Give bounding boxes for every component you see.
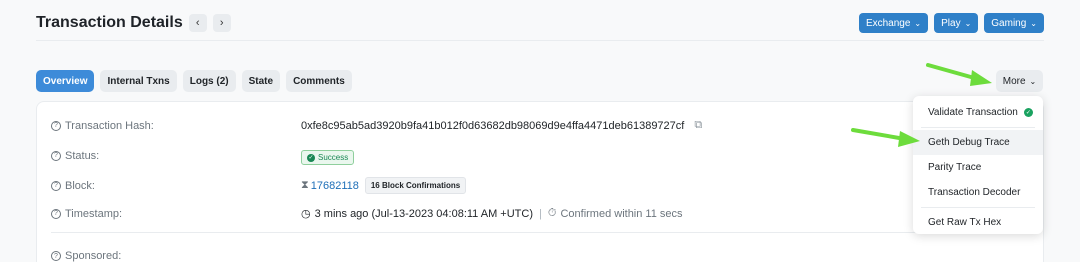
question-icon: ?: [51, 180, 61, 191]
chevron-right-icon: ›: [219, 17, 224, 29]
menu-item-geth-debug-trace[interactable]: Geth Debug Trace: [913, 130, 1043, 155]
status-badge: ✓ Success: [301, 150, 355, 165]
confirmed-text: Confirmed within 11 secs: [560, 207, 683, 220]
next-button[interactable]: ›: [212, 14, 231, 32]
more-label: More: [1002, 75, 1026, 87]
menu-item-label: Transaction Decoder: [928, 187, 1021, 198]
arrow-to-more-icon: [926, 63, 992, 86]
timestamp-row: ? Timestamp: ◷ 3 mins ago (Jul-13-2023 0…: [51, 207, 683, 220]
question-icon: ?: [51, 251, 61, 261]
top-button-group: Exchange ⌄ Play ⌄ Gaming ⌄: [858, 13, 1044, 33]
menu-item-get-raw-tx-hex[interactable]: Get Raw Tx Hex: [913, 210, 1043, 235]
block-row: ? Block: ⧗ 17682118 16 Block Confirmatio…: [51, 177, 467, 194]
row-divider: [51, 232, 1031, 233]
chevron-down-icon: ⌄: [1030, 18, 1037, 28]
transaction-card: ? Transaction Hash: 0xfe8c95ab5ad3920b9f…: [36, 101, 1044, 262]
chevron-left-icon: ‹: [195, 17, 200, 29]
menu-item-label: Geth Debug Trace: [928, 137, 1010, 148]
block-link[interactable]: 17682118: [311, 180, 359, 192]
tab-internal-txns[interactable]: Internal Txns: [100, 70, 177, 92]
status-value: ✓ Success: [301, 150, 355, 165]
gaming-button[interactable]: Gaming ⌄: [984, 13, 1044, 33]
separator: |: [539, 207, 542, 220]
menu-divider: [921, 127, 1035, 128]
tab-comments[interactable]: Comments: [286, 70, 352, 92]
hash-label: ? Transaction Hash:: [51, 120, 301, 132]
page-title: Transaction Details: [36, 14, 183, 31]
gaming-label: Gaming: [991, 17, 1027, 29]
menu-item-label: Parity Trace: [928, 162, 982, 173]
tab-state[interactable]: State: [241, 70, 281, 92]
play-label: Play: [941, 17, 961, 29]
play-button[interactable]: Play ⌄: [934, 13, 979, 33]
check-circle-icon: ✓: [307, 153, 315, 162]
hourglass-icon: ⧗: [301, 179, 309, 191]
question-icon: ?: [51, 120, 61, 131]
clock-icon: ◷: [301, 208, 311, 220]
menu-item-label: Validate Transaction: [928, 107, 1018, 118]
status-label: ? Status:: [51, 150, 301, 162]
timestamp-label-text: Timestamp:: [65, 207, 123, 220]
block-label: ? Block:: [51, 180, 301, 192]
question-icon: ?: [51, 150, 61, 161]
sponsored-label: ? Sponsored:: [51, 250, 301, 262]
more-dropdown-menu: Validate Transaction ✓ Geth Debug Trace …: [913, 96, 1043, 234]
timestamp-value: ◷ 3 mins ago (Jul-13-2023 04:08:11 AM +U…: [301, 207, 683, 220]
hash-value: 0xfe8c95ab5ad3920b9fa41b012f0d63682db980…: [301, 119, 702, 132]
timestamp-label: ? Timestamp:: [51, 208, 301, 220]
prev-button[interactable]: ‹: [188, 14, 207, 32]
menu-divider: [921, 207, 1035, 208]
menu-item-transaction-decoder[interactable]: Transaction Decoder: [913, 180, 1043, 205]
exchange-button[interactable]: Exchange ⌄: [858, 13, 929, 33]
chevron-down-icon: ⌄: [1029, 76, 1037, 86]
confirmations-badge: 16 Block Confirmations: [364, 177, 467, 194]
hash-text: 0xfe8c95ab5ad3920b9fa41b012f0d63682db980…: [301, 119, 685, 132]
timestamp-text: 3 mins ago (Jul-13-2023 04:08:11 AM +UTC…: [314, 207, 533, 220]
check-circle-icon: ✓: [1023, 108, 1033, 117]
chevron-down-icon: ⌄: [964, 18, 972, 28]
header-divider: [36, 40, 1044, 41]
block-label-text: Block:: [65, 179, 95, 192]
status-label-text: Status:: [65, 149, 100, 162]
chevron-down-icon: ⌄: [914, 18, 922, 28]
more-button[interactable]: More ⌄: [996, 70, 1043, 92]
page-header: Transaction Details ‹ › Exchange ⌄ Play ⌄ …: [36, 8, 1044, 38]
question-icon: ?: [51, 208, 61, 219]
tab-logs[interactable]: Logs (2): [182, 70, 236, 92]
hash-row: ? Transaction Hash: 0xfe8c95ab5ad3920b9f…: [51, 119, 702, 132]
menu-item-label: Get Raw Tx Hex: [928, 217, 1002, 228]
exchange-label: Exchange: [865, 17, 911, 29]
menu-item-validate-transaction[interactable]: Validate Transaction ✓: [913, 100, 1043, 125]
status-row: ? Status: ✓ Success: [51, 146, 355, 165]
menu-item-parity-trace[interactable]: Parity Trace: [913, 155, 1043, 180]
block-value: ⧗ 17682118 16 Block Confirmations: [301, 177, 467, 194]
stopwatch-icon: ⏱: [547, 207, 557, 219]
tab-bar: Overview Internal Txns Logs (2) State Co…: [36, 70, 352, 92]
tab-overview[interactable]: Overview: [36, 70, 95, 92]
hash-label-text: Transaction Hash:: [65, 119, 154, 132]
sponsored-label-text: Sponsored:: [65, 250, 122, 262]
sponsored-row: ? Sponsored:: [51, 250, 301, 262]
status-text: Success: [318, 153, 349, 162]
copy-icon[interactable]: ⧉: [694, 119, 702, 132]
